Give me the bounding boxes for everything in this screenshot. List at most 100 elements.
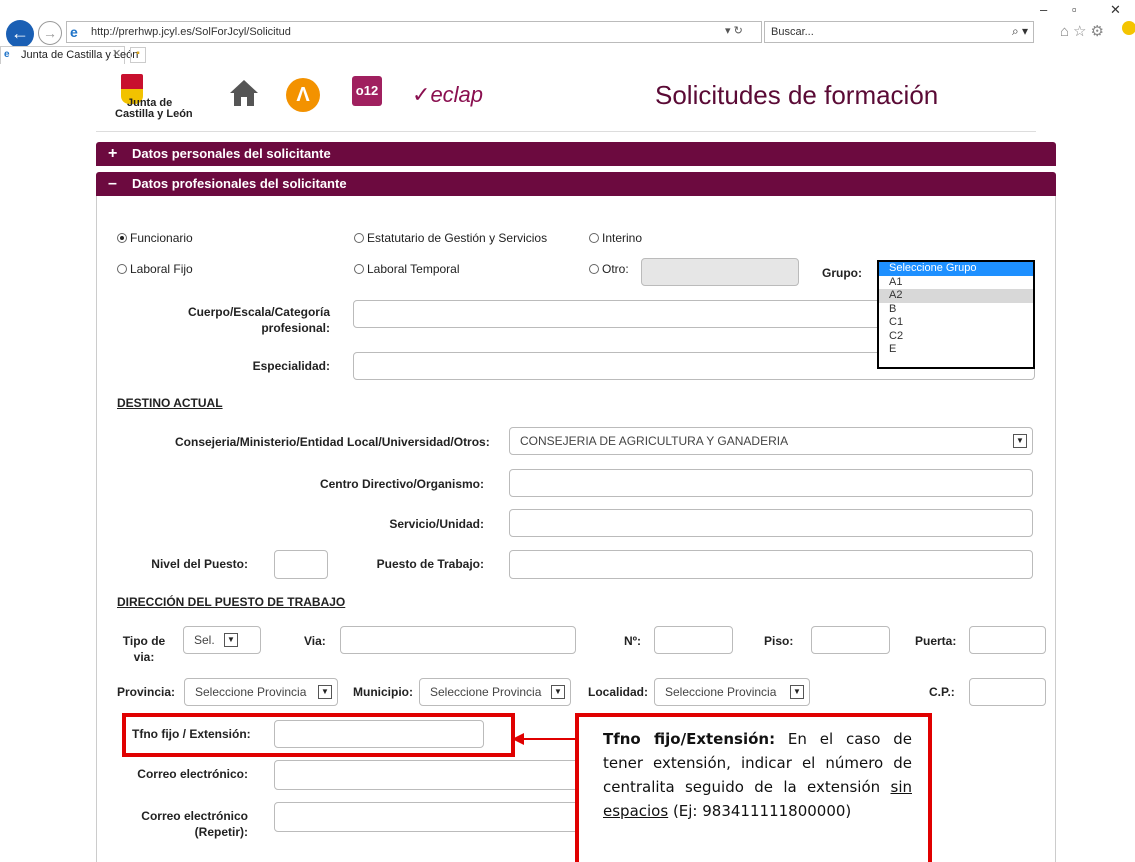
radio-laboral-temporal[interactable]: Laboral Temporal	[354, 262, 460, 276]
cuerpo-input[interactable]	[353, 300, 883, 328]
ie-icon: e	[70, 24, 78, 40]
municipio-select[interactable]: Seleccione Provincia ▼	[419, 678, 571, 706]
browser-tab[interactable]: Junta de Castilla y León	[0, 46, 138, 64]
tipo-via-select[interactable]: Sel. ▼	[183, 626, 261, 654]
puerta-label: Puerta:	[915, 634, 957, 648]
tipo-via-line1: Tipo de	[122, 634, 166, 648]
provincia-label: Provincia:	[117, 685, 176, 699]
radio-dot[interactable]	[589, 233, 599, 243]
feedback-smiley-icon[interactable]	[1122, 21, 1135, 35]
numero-input[interactable]	[654, 626, 733, 654]
jcyl-logo-text: Junta de Castilla y León	[115, 98, 193, 120]
new-tab-button[interactable]: ▪	[130, 47, 146, 63]
section-personal-label: Datos personales del solicitante	[132, 146, 331, 161]
radio-interino[interactable]: Interino	[589, 231, 642, 245]
cp-input[interactable]	[969, 678, 1046, 706]
search-icon[interactable]: ⌕ ▾	[1012, 24, 1028, 39]
radio-funcionario[interactable]: Funcionario	[117, 231, 193, 245]
callout-title: Tfno fijo/Extensión:	[603, 730, 776, 748]
especialidad-label: Especialidad:	[252, 359, 330, 373]
puesto-label: Puesto de Trabajo:	[376, 557, 484, 571]
radio-dot[interactable]	[589, 264, 599, 274]
refresh-icon[interactable]: ▾ ↻	[725, 24, 743, 37]
correo2-label: Correo electrónico (Repetir):	[130, 808, 248, 840]
radio-dot[interactable]	[117, 233, 127, 243]
grupo-option[interactable]: Seleccione Grupo	[879, 262, 1033, 276]
otro-input[interactable]	[641, 258, 799, 286]
home-icon[interactable]	[228, 78, 260, 108]
puerta-input[interactable]	[969, 626, 1046, 654]
radio-laboral-fijo[interactable]: Laboral Fijo	[117, 262, 193, 276]
radio-funcionario-label: Funcionario	[130, 231, 193, 245]
provincia-value: Seleccione Provincia	[195, 685, 307, 699]
correo-label: Correo electrónico:	[137, 767, 248, 781]
grupo-option[interactable]: A1	[879, 276, 1033, 290]
via-label: Via:	[304, 634, 326, 648]
correo2-line2: (Repetir):	[194, 825, 248, 839]
localidad-select[interactable]: Seleccione Provincia ▼	[654, 678, 810, 706]
grupo-dropdown-list[interactable]: Seleccione Grupo A1 A2 B C1 C2 E	[877, 260, 1035, 369]
localidad-value: Seleccione Provincia	[665, 685, 777, 699]
address-bar[interactable]: http://prerhwp.jcyl.es/SolForJcyl/Solici…	[66, 21, 762, 43]
header-divider	[96, 131, 1036, 132]
grupo-option[interactable]: C1	[879, 316, 1033, 330]
nivel-input[interactable]	[274, 550, 328, 579]
radio-interino-label: Interino	[602, 231, 643, 245]
close-window-button[interactable]: ✕	[1110, 2, 1121, 18]
centro-label: Centro Directivo/Organismo:	[319, 477, 484, 491]
eclap-text: eclap	[430, 82, 484, 107]
nivel-label: Nivel del Puesto:	[151, 557, 248, 571]
grupo-option[interactable]: B	[879, 303, 1033, 317]
centro-input[interactable]	[509, 469, 1033, 497]
forward-button[interactable]: →	[38, 21, 62, 45]
chevron-down-icon[interactable]: ▼	[790, 685, 804, 699]
callout-arrow-icon	[512, 733, 578, 745]
puesto-input[interactable]	[509, 550, 1033, 579]
direccion-heading: DIRECCIÓN DEL PUESTO DE TRABAJO	[117, 595, 346, 609]
piso-input[interactable]	[811, 626, 890, 654]
grupo-option[interactable]: E	[879, 343, 1033, 357]
cuerpo-label: Cuerpo/Escala/Categoría profesional:	[150, 304, 330, 336]
tipo-via-value: Sel.	[194, 633, 215, 647]
toolbar-icons[interactable]: ⌂☆⚙	[1060, 22, 1108, 40]
restore-button[interactable]: ▫	[1072, 2, 1077, 17]
consejeria-select[interactable]: CONSEJERIA DE AGRICULTURA Y GANADERIA ▼	[509, 427, 1033, 455]
collapse-icon: –	[108, 175, 117, 192]
radio-estatutario[interactable]: Estatutario de Gestión y Servicios	[354, 231, 547, 245]
chevron-down-icon[interactable]: ▼	[551, 685, 565, 699]
tab-ie-icon: e	[4, 49, 10, 60]
tfno-help-callout: Tfno fijo/Extensión: En el caso de tener…	[575, 713, 932, 862]
eclap-logo[interactable]: ✓eclap	[412, 82, 483, 108]
minimize-button[interactable]: –	[1040, 2, 1047, 17]
tab-close-icon[interactable]: ✕	[112, 47, 121, 60]
lambda-logo-icon[interactable]: Λ	[286, 78, 320, 112]
radio-laboral-temporal-label: Laboral Temporal	[367, 262, 460, 276]
chevron-down-icon[interactable]: ▼	[1013, 434, 1027, 448]
numero-label: Nº:	[624, 634, 642, 648]
back-button[interactable]: ←	[6, 20, 34, 48]
grupo-option[interactable]: C2	[879, 330, 1033, 344]
browser-chrome: – ▫ ✕ ← → http://prerhwp.jcyl.es/SolForJ…	[0, 0, 1135, 64]
radio-otro[interactable]: Otro:	[589, 262, 629, 276]
chevron-down-icon[interactable]: ▼	[224, 633, 238, 647]
section-personal-data[interactable]: + Datos personales del solicitante	[96, 142, 1056, 166]
section-professional-data[interactable]: – Datos profesionales del solicitante	[96, 172, 1056, 196]
consejeria-value: CONSEJERIA DE AGRICULTURA Y GANADERIA	[520, 434, 789, 448]
radio-dot[interactable]	[354, 264, 364, 274]
correo2-input[interactable]	[274, 802, 584, 832]
radio-dot[interactable]	[354, 233, 364, 243]
servicio-input[interactable]	[509, 509, 1033, 537]
search-input[interactable]: Buscar...	[764, 21, 1034, 43]
correo-input[interactable]	[274, 760, 584, 790]
tipo-via-label: Tipo de via:	[118, 633, 170, 665]
municipio-value: Seleccione Provincia	[430, 685, 542, 699]
chevron-down-icon[interactable]: ▼	[318, 685, 332, 699]
grupo-option[interactable]: A2	[879, 289, 1033, 303]
section-professional-label: Datos profesionales del solicitante	[132, 176, 347, 191]
radio-dot[interactable]	[117, 264, 127, 274]
cp-label: C.P.:	[929, 685, 955, 699]
o12-logo-icon[interactable]: o12	[352, 76, 382, 106]
via-input[interactable]	[340, 626, 576, 654]
tipo-via-line2: via:	[133, 650, 155, 664]
provincia-select[interactable]: Seleccione Provincia ▼	[184, 678, 338, 706]
